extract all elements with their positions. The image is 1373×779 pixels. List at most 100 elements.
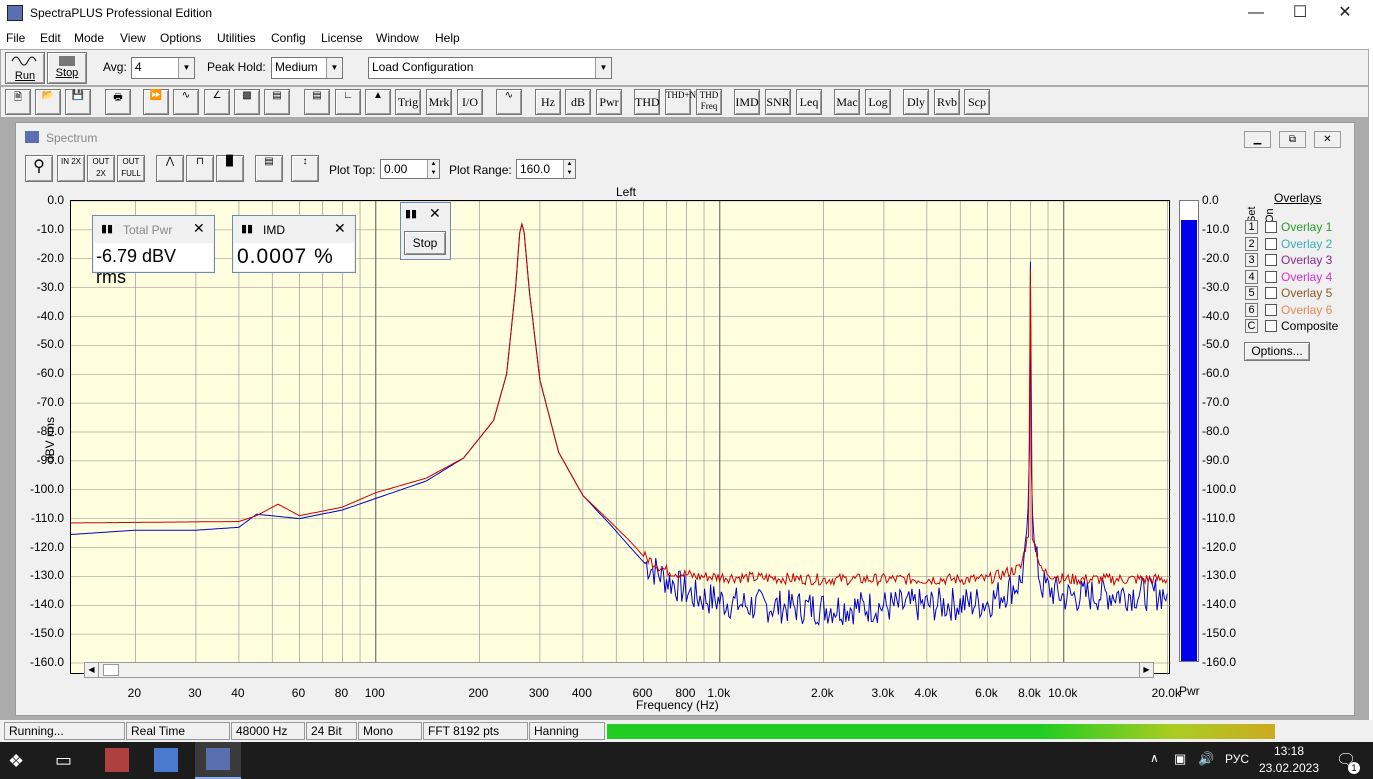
- overlay-checkbox[interactable]: [1265, 221, 1277, 233]
- config-select[interactable]: Load Configuration ▼: [368, 57, 612, 79]
- report-icon[interactable]: ▤: [304, 89, 330, 115]
- overlay-checkbox[interactable]: [1265, 303, 1277, 316]
- axis-icon[interactable]: ∟: [335, 89, 361, 115]
- overlay-set-button[interactable]: 4: [1245, 269, 1258, 284]
- peak-icon[interactable]: ▲: [365, 89, 391, 115]
- close-button[interactable]: ✕: [1322, 0, 1368, 28]
- archive-app-icon[interactable]: [105, 748, 129, 772]
- save-icon[interactable]: 💾: [65, 89, 91, 115]
- menu-view[interactable]: View: [120, 31, 146, 45]
- imd-popup[interactable]: ▮▮ IMD ✕ 0.0007 %: [232, 215, 356, 273]
- menu-window[interactable]: Window: [376, 31, 419, 45]
- clock-time[interactable]: 13:18: [1262, 744, 1316, 758]
- generator-icon[interactable]: ∿: [496, 89, 522, 115]
- spectrum-minimize-button[interactable]: ▁: [1244, 131, 1271, 148]
- maximize-button[interactable]: ☐: [1277, 0, 1323, 28]
- bar-graph-icon[interactable]: ▉: [216, 155, 244, 182]
- task-view-icon[interactable]: ▭: [55, 750, 72, 771]
- new-file-icon[interactable]: 🗎: [5, 89, 31, 115]
- io-button[interactable]: I/O: [457, 89, 483, 115]
- thdn-button[interactable]: THD+N: [665, 89, 696, 115]
- imd-button[interactable]: IMD: [734, 89, 760, 115]
- windows-start-icon[interactable]: ❖: [8, 751, 24, 772]
- zoom-out-2x-button[interactable]: OUT 2X: [87, 155, 115, 182]
- overlay-set-button[interactable]: 1: [1245, 220, 1258, 234]
- peak-hold-select[interactable]: Medium ▼: [271, 57, 343, 79]
- minimize-button[interactable]: —: [1233, 0, 1279, 28]
- autoscale-icon[interactable]: ↕: [291, 155, 319, 182]
- menu-edit[interactable]: Edit: [40, 31, 61, 45]
- overlay-checkbox[interactable]: [1265, 270, 1277, 283]
- waterfall-icon[interactable]: ▤: [264, 89, 290, 115]
- close-icon[interactable]: ✕: [429, 205, 441, 222]
- overlay-set-button[interactable]: 2: [1245, 236, 1258, 251]
- total-pwr-popup[interactable]: ▮▮ Total Pwr ✕ -6.79 dBV rms: [92, 215, 215, 287]
- network-icon[interactable]: ▣: [1174, 751, 1186, 767]
- menu-help[interactable]: Help: [435, 31, 460, 45]
- overlay-checkbox[interactable]: [1265, 254, 1277, 266]
- menu-file[interactable]: File: [6, 31, 25, 45]
- pause-icon[interactable]: ▮▮: [405, 207, 417, 220]
- pause-icon[interactable]: ▮▮: [101, 222, 113, 235]
- menu-utilities[interactable]: Utilities: [217, 31, 256, 45]
- overlay-checkbox[interactable]: [1265, 320, 1277, 332]
- close-icon[interactable]: ✕: [334, 220, 346, 237]
- db-button[interactable]: dB: [565, 89, 591, 115]
- thd-freq-button[interactable]: THD Freq: [696, 89, 722, 115]
- avg-select[interactable]: 4 ▼: [131, 57, 195, 79]
- mini-stop-button[interactable]: Stop: [404, 231, 446, 255]
- overlay-checkbox[interactable]: [1265, 237, 1277, 250]
- line-graph-icon[interactable]: ⋀: [156, 155, 184, 182]
- menu-license[interactable]: License: [321, 31, 362, 45]
- step-graph-icon[interactable]: ⊓: [186, 155, 214, 182]
- print-icon[interactable]: 🖶: [105, 89, 131, 115]
- menu-options[interactable]: Options: [160, 31, 201, 45]
- overlay-set-button[interactable]: 6: [1245, 302, 1258, 317]
- tray-chevron-icon[interactable]: ∧: [1150, 751, 1159, 765]
- leq-button[interactable]: Leq: [796, 89, 822, 115]
- thd-button[interactable]: THD: [634, 89, 660, 115]
- overlay-set-button[interactable]: C: [1245, 319, 1258, 333]
- horizontal-scrollbar[interactable]: ◀ ▶: [84, 662, 1154, 678]
- run-button[interactable]: Run: [5, 52, 45, 84]
- scroll-left-icon[interactable]: ◀: [85, 663, 99, 677]
- overlay-set-button[interactable]: 3: [1245, 253, 1258, 267]
- hz-button[interactable]: Hz: [535, 89, 561, 115]
- zoom-full-button[interactable]: OUT FULL: [117, 155, 145, 182]
- volume-icon[interactable]: 🔊: [1198, 751, 1214, 767]
- text-editor-app-icon[interactable]: [154, 748, 178, 772]
- zoom-in-2x-button[interactable]: IN 2X: [57, 155, 85, 182]
- spinner-icon[interactable]: ▲ ▼: [563, 160, 575, 178]
- mac-button[interactable]: Mac: [834, 89, 860, 115]
- spectrum-close-button[interactable]: ✕: [1314, 131, 1341, 148]
- trig-button[interactable]: Trig: [395, 89, 421, 115]
- mrk-button[interactable]: Mrk: [426, 89, 452, 115]
- scroll-right-icon[interactable]: ▶: [1139, 663, 1153, 677]
- sawtooth-icon[interactable]: ∠: [204, 89, 230, 115]
- close-icon[interactable]: ✕: [193, 220, 205, 237]
- log-button[interactable]: Log: [865, 89, 891, 115]
- zoom-icon[interactable]: ⚲: [25, 155, 53, 182]
- scroll-thumb[interactable]: [103, 664, 119, 676]
- menu-config[interactable]: Config: [271, 31, 306, 45]
- spectraplus-taskbar-item[interactable]: [195, 742, 241, 779]
- overlay-checkbox[interactable]: [1265, 287, 1277, 299]
- stop-button[interactable]: Stop: [47, 52, 87, 84]
- dly-button[interactable]: Dly: [903, 89, 929, 115]
- pwr-button[interactable]: Pwr: [596, 89, 622, 115]
- scp-button[interactable]: Scp: [964, 89, 990, 115]
- plot-top-input[interactable]: 0.00 ▲ ▼: [380, 159, 440, 179]
- rvb-button[interactable]: Rvb: [934, 89, 960, 115]
- clock-date[interactable]: 23.02.2023: [1258, 761, 1320, 775]
- pause-icon[interactable]: ▮▮: [241, 222, 253, 235]
- keyboard-language[interactable]: РУС: [1225, 752, 1249, 766]
- overlay-set-button[interactable]: 5: [1245, 286, 1258, 300]
- fast-forward-icon[interactable]: ⏩: [143, 89, 169, 115]
- overlay-options-button[interactable]: Options...: [1244, 342, 1310, 361]
- spectrogram-icon[interactable]: ▩: [234, 89, 260, 115]
- menu-mode[interactable]: Mode: [74, 31, 104, 45]
- open-folder-icon[interactable]: 📂: [35, 89, 61, 115]
- plot-range-input[interactable]: 160.0 ▲ ▼: [516, 159, 576, 179]
- snr-button[interactable]: SNR: [765, 89, 791, 115]
- spectrum-tool-icon[interactable]: ∿: [173, 89, 199, 115]
